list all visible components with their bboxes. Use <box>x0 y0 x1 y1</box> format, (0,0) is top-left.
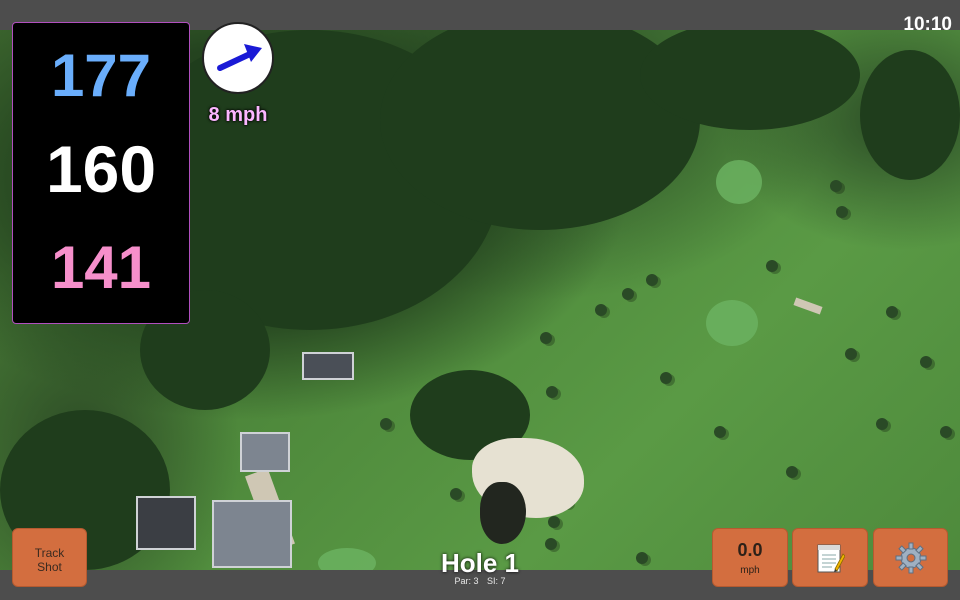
gear-icon <box>895 542 926 573</box>
speed-value: 0.0 <box>737 540 763 560</box>
distance-panel: 177 160 141 <box>12 22 190 324</box>
tree <box>830 180 842 192</box>
hole-meta: Par: 3 SI: 7 <box>400 576 560 586</box>
hole-info: Hole 1 Par: 3 SI: 7 <box>400 548 560 586</box>
distance-back: 177 <box>50 42 152 109</box>
tree <box>636 552 648 564</box>
distance-middle: 160 <box>45 132 157 206</box>
tree <box>876 418 888 430</box>
tee-box <box>706 300 758 346</box>
scorecard-notes-button[interactable] <box>792 528 868 587</box>
cart-path <box>793 297 823 315</box>
tree <box>786 466 798 478</box>
tree <box>546 386 558 398</box>
tree <box>940 426 952 438</box>
distance-front: 141 <box>50 234 152 301</box>
tree <box>622 288 634 300</box>
shed <box>302 352 354 380</box>
water-hazard <box>480 482 526 544</box>
tree <box>886 306 898 318</box>
house <box>212 500 292 568</box>
track-shot-label-line2: Shot <box>37 560 62 574</box>
hole-si: SI: 7 <box>487 576 506 586</box>
speed-button[interactable]: 0.0 mph <box>712 528 788 587</box>
tree <box>450 488 462 500</box>
tree <box>380 418 392 430</box>
tree <box>646 274 658 286</box>
wind-speed: 8 mph <box>208 104 268 126</box>
house <box>136 496 196 550</box>
tree <box>660 372 672 384</box>
tree <box>540 332 552 344</box>
wind-indicator <box>202 22 274 94</box>
tree <box>766 260 778 272</box>
tree <box>714 426 726 438</box>
tree <box>548 516 560 528</box>
hole-title: Hole 1 <box>440 548 520 578</box>
speed-unit: mph <box>740 565 760 576</box>
green <box>318 548 376 570</box>
tee-box <box>716 160 762 204</box>
tree <box>836 206 848 218</box>
track-shot-label-line1: Track <box>34 546 65 560</box>
tree-cluster <box>860 50 960 180</box>
tree <box>595 304 607 316</box>
track-shot-button[interactable]: Track Shot <box>12 528 87 587</box>
settings-button[interactable] <box>873 528 948 587</box>
house <box>240 432 290 472</box>
wind-arrow-icon <box>217 44 262 71</box>
hole-par: Par: 3 <box>454 576 479 586</box>
notepad-icon <box>817 544 845 572</box>
tree <box>845 348 857 360</box>
tree <box>920 356 932 368</box>
